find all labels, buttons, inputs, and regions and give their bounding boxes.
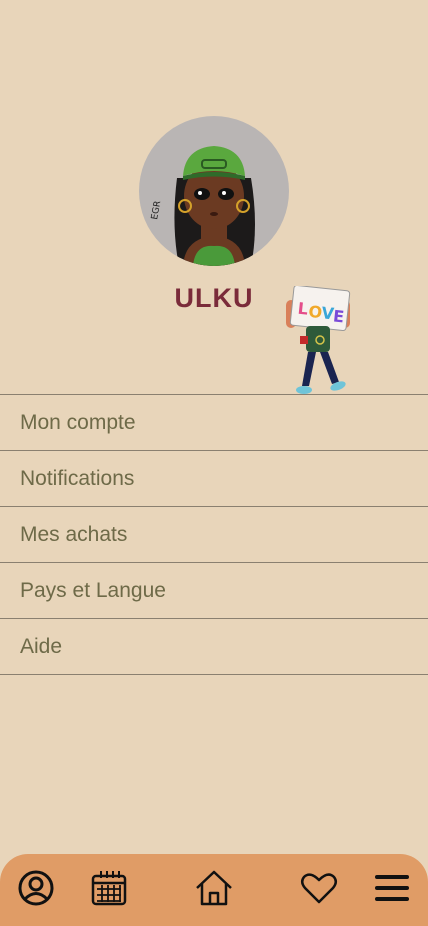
menu-item-mes-achats[interactable]: Mes achats <box>0 506 428 562</box>
bottom-tab-bar <box>0 854 428 926</box>
calendar-icon[interactable] <box>89 868 129 908</box>
user-icon[interactable] <box>16 868 56 908</box>
love-sign-sticker: L O V E <box>282 284 354 398</box>
menu-item-aide[interactable]: Aide <box>0 618 428 675</box>
svg-text:E: E <box>332 306 345 326</box>
home-icon[interactable] <box>194 868 234 908</box>
menu-icon[interactable] <box>372 868 412 908</box>
username: ULKU <box>174 283 254 313</box>
settings-menu: Mon compte Notifications Mes achats Pays… <box>0 394 428 675</box>
menu-item-pays-et-langue[interactable]: Pays et Langue <box>0 562 428 618</box>
profile-avatar[interactable]: EGR <box>139 116 289 266</box>
heart-icon[interactable] <box>299 868 339 908</box>
avatar-illustration: EGR <box>150 146 255 266</box>
menu-item-notifications[interactable]: Notifications <box>0 450 428 506</box>
menu-item-mon-compte[interactable]: Mon compte <box>0 394 428 450</box>
svg-text:EGR: EGR <box>150 200 163 220</box>
